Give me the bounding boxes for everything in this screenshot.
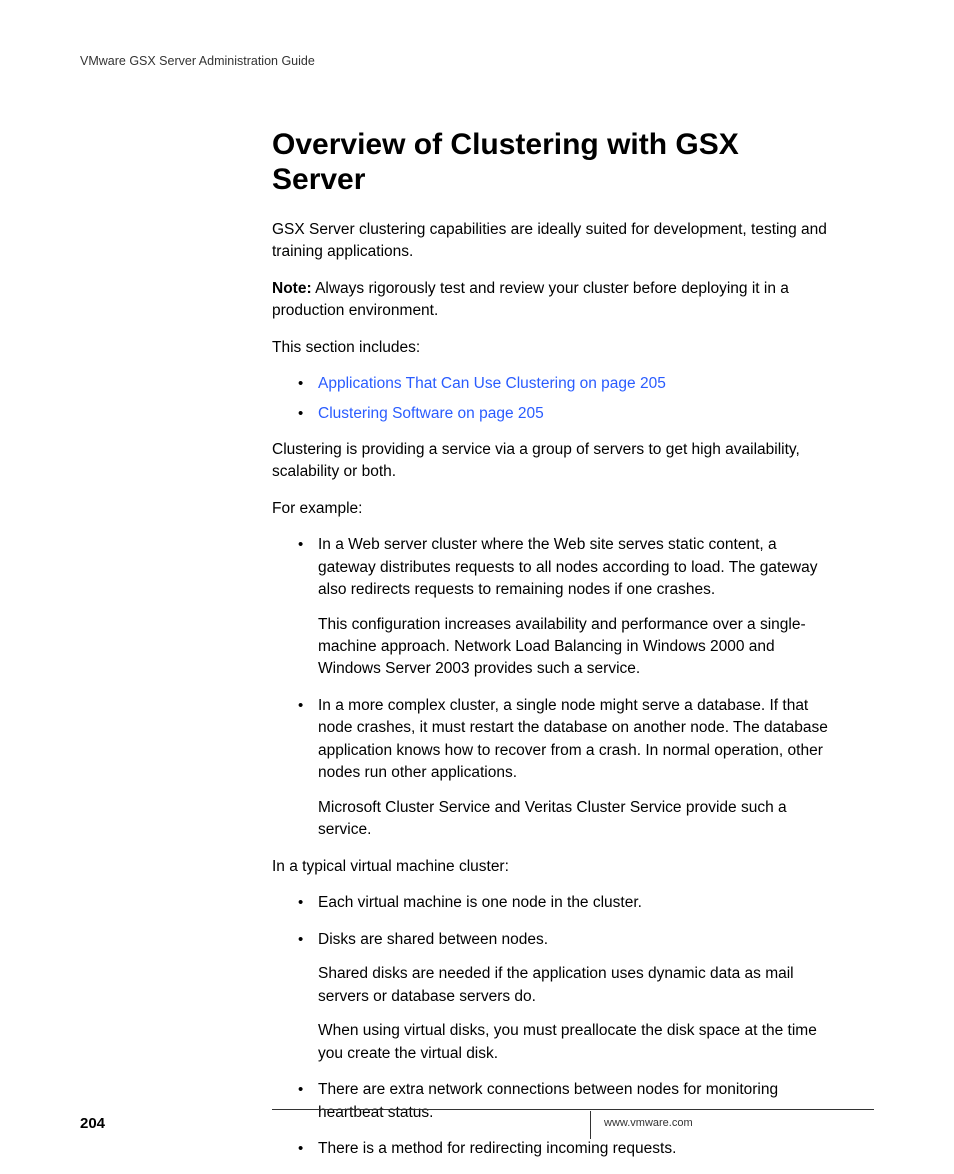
list-item: There is a method for redirecting incomi… bbox=[298, 1138, 828, 1160]
example-main: In a Web server cluster where the Web si… bbox=[318, 536, 817, 598]
note-text: Always rigorously test and review your c… bbox=[272, 280, 789, 319]
example-list: In a Web server cluster where the Web si… bbox=[298, 534, 828, 842]
note-label: Note: bbox=[272, 280, 312, 297]
page-number: 204 bbox=[80, 1115, 105, 1132]
for-example-label: For example: bbox=[272, 498, 828, 520]
toc-link-list: Applications That Can Use Clustering on … bbox=[298, 373, 828, 424]
intro-paragraph: GSX Server clustering capabilities are i… bbox=[272, 219, 828, 264]
list-item: Each virtual machine is one node in the … bbox=[298, 892, 828, 914]
section-heading: Overview of Clustering with GSX Server bbox=[272, 128, 828, 197]
footer-url: www.vmware.com bbox=[604, 1117, 693, 1129]
list-item: Disks are shared between nodes. Shared d… bbox=[298, 929, 828, 1065]
item-sub: When using virtual disks, you must preal… bbox=[318, 1020, 828, 1065]
list-item: In a Web server cluster where the Web si… bbox=[298, 534, 828, 681]
list-item: In a more complex cluster, a single node… bbox=[298, 695, 828, 842]
page-content: Overview of Clustering with GSX Server G… bbox=[272, 128, 828, 1174]
footer-divider bbox=[590, 1111, 591, 1139]
note-paragraph: Note: Always rigorously test and review … bbox=[272, 278, 828, 323]
typical-cluster-label: In a typical virtual machine cluster: bbox=[272, 856, 828, 878]
list-item: There are extra network connections betw… bbox=[298, 1079, 828, 1124]
example-sub: This configuration increases availabilit… bbox=[318, 614, 828, 681]
example-main: In a more complex cluster, a single node… bbox=[318, 697, 828, 781]
running-header: VMware GSX Server Administration Guide bbox=[80, 54, 315, 68]
example-sub: Microsoft Cluster Service and Veritas Cl… bbox=[318, 797, 828, 842]
list-item: Clustering Software on page 205 bbox=[298, 403, 828, 425]
clustering-definition: Clustering is providing a service via a … bbox=[272, 439, 828, 484]
item-text: Each virtual machine is one node in the … bbox=[318, 894, 642, 911]
item-text: There are extra network connections betw… bbox=[318, 1081, 778, 1120]
item-text: There is a method for redirecting incomi… bbox=[318, 1140, 676, 1157]
footer-rule bbox=[272, 1109, 874, 1110]
list-item: Applications That Can Use Clustering on … bbox=[298, 373, 828, 395]
xref-link[interactable]: Applications That Can Use Clustering on … bbox=[318, 375, 666, 392]
section-includes-label: This section includes: bbox=[272, 337, 828, 359]
item-sub: Shared disks are needed if the applicati… bbox=[318, 963, 828, 1008]
typical-cluster-list: Each virtual machine is one node in the … bbox=[298, 892, 828, 1160]
xref-link[interactable]: Clustering Software on page 205 bbox=[318, 405, 544, 422]
item-text: Disks are shared between nodes. bbox=[318, 931, 548, 948]
